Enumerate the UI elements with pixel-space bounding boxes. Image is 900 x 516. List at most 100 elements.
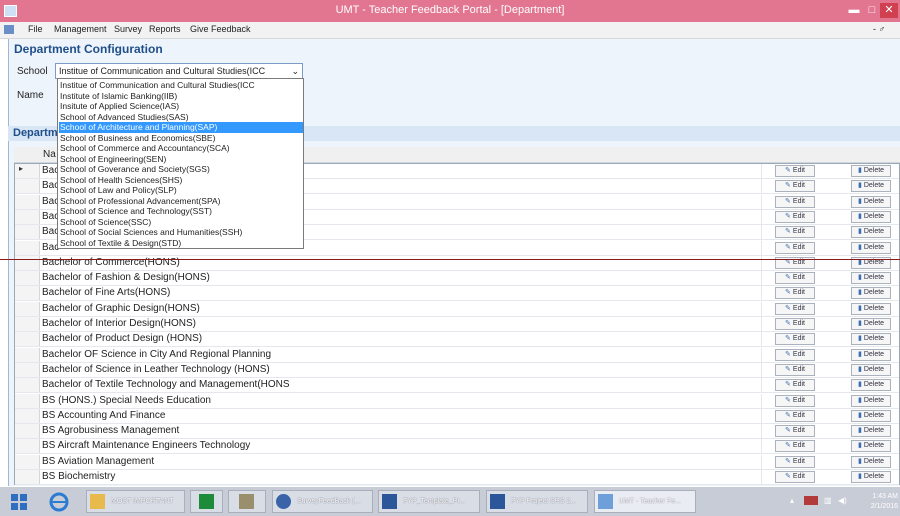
row-selector[interactable]	[15, 378, 40, 393]
taskbar-item-surveyfeedback[interactable]: SurveyFeedBack (...	[272, 490, 373, 513]
school-option[interactable]: School of Law and Policy(SLP)	[59, 185, 303, 196]
edit-button[interactable]: ✎ Edit	[775, 363, 815, 376]
edit-button[interactable]: ✎ Edit	[775, 165, 815, 177]
delete-button[interactable]: ▮ Delete	[851, 409, 891, 422]
edit-button[interactable]: ✎ Edit	[775, 318, 815, 330]
school-option[interactable]: School of Advanced Studies(SAS)	[59, 112, 303, 123]
delete-button[interactable]: ▮ Delete	[851, 302, 891, 315]
row-selector[interactable]	[15, 301, 40, 316]
table-row[interactable]: Bachelor of Fashion & Design(HONS) ✎ Edit ▮…	[15, 271, 899, 287]
school-option[interactable]: School of Social Sciences and Humanities…	[59, 227, 303, 238]
delete-button[interactable]: ▮ Delete	[851, 195, 891, 208]
delete-button[interactable]: ▮ Delete	[851, 272, 891, 285]
row-selector[interactable]	[15, 439, 40, 454]
edit-button[interactable]: ✎ Edit	[775, 241, 815, 254]
edit-button[interactable]: ✎ Edit	[775, 210, 815, 223]
delete-button[interactable]: ▮ Delete	[851, 333, 891, 346]
windows-start-icon[interactable]	[10, 493, 28, 511]
delete-button[interactable]: ▮ Delete	[851, 226, 891, 239]
school-option[interactable]: School of Science and Technology(SST)	[59, 206, 303, 217]
system-tray[interactable]: ▴ ▥ ◀)	[790, 496, 860, 507]
edit-button[interactable]: ✎ Edit	[775, 440, 815, 453]
row-selector[interactable]	[15, 332, 40, 347]
network-icon[interactable]: ▥	[824, 496, 832, 505]
taskbar-item-fyp-template[interactable]: FYP_Template_Pr...	[378, 490, 480, 513]
edit-button[interactable]: ✎ Edit	[775, 287, 815, 300]
row-selector[interactable]	[15, 271, 40, 286]
school-option[interactable]: School of Textile & Design(STD)	[59, 238, 303, 249]
edit-button[interactable]: ✎ Edit	[775, 272, 815, 285]
row-selector[interactable]	[15, 240, 40, 255]
taskbar-item-most-important[interactable]: MOST IMPORTANT	[86, 490, 185, 513]
tray-arrow-icon[interactable]: ▴	[790, 496, 794, 505]
row-selector[interactable]	[15, 194, 40, 209]
school-option[interactable]: School of Health Sciences(SHS)	[59, 175, 303, 186]
menu-management[interactable]: Management	[54, 24, 107, 34]
row-selector[interactable]	[15, 362, 40, 377]
row-selector[interactable]	[15, 225, 40, 240]
taskbar-item-app-green[interactable]	[190, 490, 223, 513]
edit-button[interactable]: ✎ Edit	[775, 348, 815, 361]
taskbar-item-fyp-srs[interactable]: FYP Project SRS 2...	[486, 490, 588, 513]
table-row[interactable]: BS Agrobusiness Management ✎ Edit ▮ Delete	[15, 424, 899, 440]
volume-icon[interactable]: ◀)	[838, 496, 847, 505]
edit-button[interactable]: ✎ Edit	[775, 409, 815, 422]
row-selector[interactable]	[15, 179, 40, 194]
school-option[interactable]: School of Science(SSC)	[59, 217, 303, 228]
row-selector[interactable]	[15, 317, 40, 331]
table-row[interactable]: Bachelor of Fine Arts(HONS) ✎ Edit ▮ Delete	[15, 286, 899, 302]
school-option[interactable]: School of Goverance and Society(SGS)	[59, 164, 303, 175]
menu-reports[interactable]: Reports	[149, 24, 181, 34]
delete-button[interactable]: ▮ Delete	[851, 455, 891, 468]
delete-button[interactable]: ▮ Delete	[851, 241, 891, 254]
row-selector[interactable]	[15, 470, 40, 484]
table-row[interactable]: BS Aircraft Maintenance Engineers Techno…	[15, 439, 899, 455]
table-row[interactable]: Bachelor of Interior Design(HONS) ✎ Edit ▮ D…	[15, 317, 899, 332]
delete-button[interactable]: ▮ Delete	[851, 180, 891, 193]
row-selector[interactable]	[15, 408, 40, 423]
clock[interactable]: 1:43 AM 2/1/2016	[862, 492, 898, 512]
school-option[interactable]: Insitute of Applied Science(IAS)	[59, 101, 303, 112]
table-row[interactable]: BS Accounting And Finance ✎ Edit ▮ Delete	[15, 408, 899, 424]
table-row[interactable]: Bachelor of Product Design (HONS) ✎ Edit ▮ D…	[15, 332, 899, 348]
row-selector[interactable]: ▸	[15, 164, 40, 178]
edit-button[interactable]: ✎ Edit	[775, 333, 815, 346]
school-select[interactable]: Institue of Communication and Cultural S…	[55, 63, 303, 79]
delete-button[interactable]: ▮ Delete	[851, 425, 891, 438]
taskbar-item-umt-teacher[interactable]: UMT - Teacher Fe...	[594, 490, 696, 513]
edit-button[interactable]: ✎ Edit	[775, 455, 815, 468]
table-row[interactable]: Bachelor of Graphic Design(HONS) ✎ Edit ▮ De…	[15, 301, 899, 317]
school-option[interactable]: Institue of Communication and Cultural S…	[59, 80, 303, 91]
table-row[interactable]: BS (HONS.) Special Needs Education ✎ Edit ▮…	[15, 393, 899, 409]
minimize-button[interactable]: ▬	[846, 3, 862, 18]
delete-button[interactable]: ▮ Delete	[851, 471, 891, 483]
row-selector[interactable]	[15, 209, 40, 224]
table-row[interactable]: BS Biochemistry ✎ Edit ▮ Delete	[15, 470, 899, 485]
edit-button[interactable]: ✎ Edit	[775, 394, 815, 407]
delete-button[interactable]: ▮ Delete	[851, 210, 891, 223]
delete-button[interactable]: ▮ Delete	[851, 363, 891, 376]
internet-explorer-icon[interactable]	[48, 491, 70, 513]
chevron-down-icon[interactable]: ⌄	[291, 64, 299, 78]
delete-button[interactable]: ▮ Delete	[851, 440, 891, 453]
edit-button[interactable]: ✎ Edit	[775, 379, 815, 392]
school-option[interactable]: School of Commerce and Accountancy(SCA)	[59, 143, 303, 154]
close-button[interactable]: ✕	[880, 3, 898, 18]
table-row[interactable]: Bachelor OF Science in City And Regional…	[15, 347, 899, 363]
menu-give-feedback[interactable]: Give Feedback	[190, 24, 251, 34]
delete-button[interactable]: ▮ Delete	[851, 318, 891, 330]
school-option[interactable]: School of Architecture and Planning(SAP)	[59, 122, 303, 133]
maximize-button[interactable]: □	[864, 3, 880, 18]
edit-button[interactable]: ✎ Edit	[775, 471, 815, 483]
row-selector[interactable]	[15, 255, 40, 270]
row-selector[interactable]	[15, 393, 40, 408]
school-option[interactable]: School of Engineering(SEN)	[59, 154, 303, 165]
table-row[interactable]: Bachelor of Science in Leather Technolog…	[15, 362, 899, 378]
school-option[interactable]: School of Professional Advancement(SPA)	[59, 196, 303, 207]
delete-button[interactable]: ▮ Delete	[851, 165, 891, 177]
edit-button[interactable]: ✎ Edit	[775, 180, 815, 193]
title-bar[interactable]: UMT - Teacher Feedback Portal - [Departm…	[0, 0, 900, 22]
delete-button[interactable]: ▮ Delete	[851, 348, 891, 361]
taskbar-item-tool[interactable]	[228, 490, 266, 513]
mdi-child-controls[interactable]: - ♂	[873, 24, 885, 34]
